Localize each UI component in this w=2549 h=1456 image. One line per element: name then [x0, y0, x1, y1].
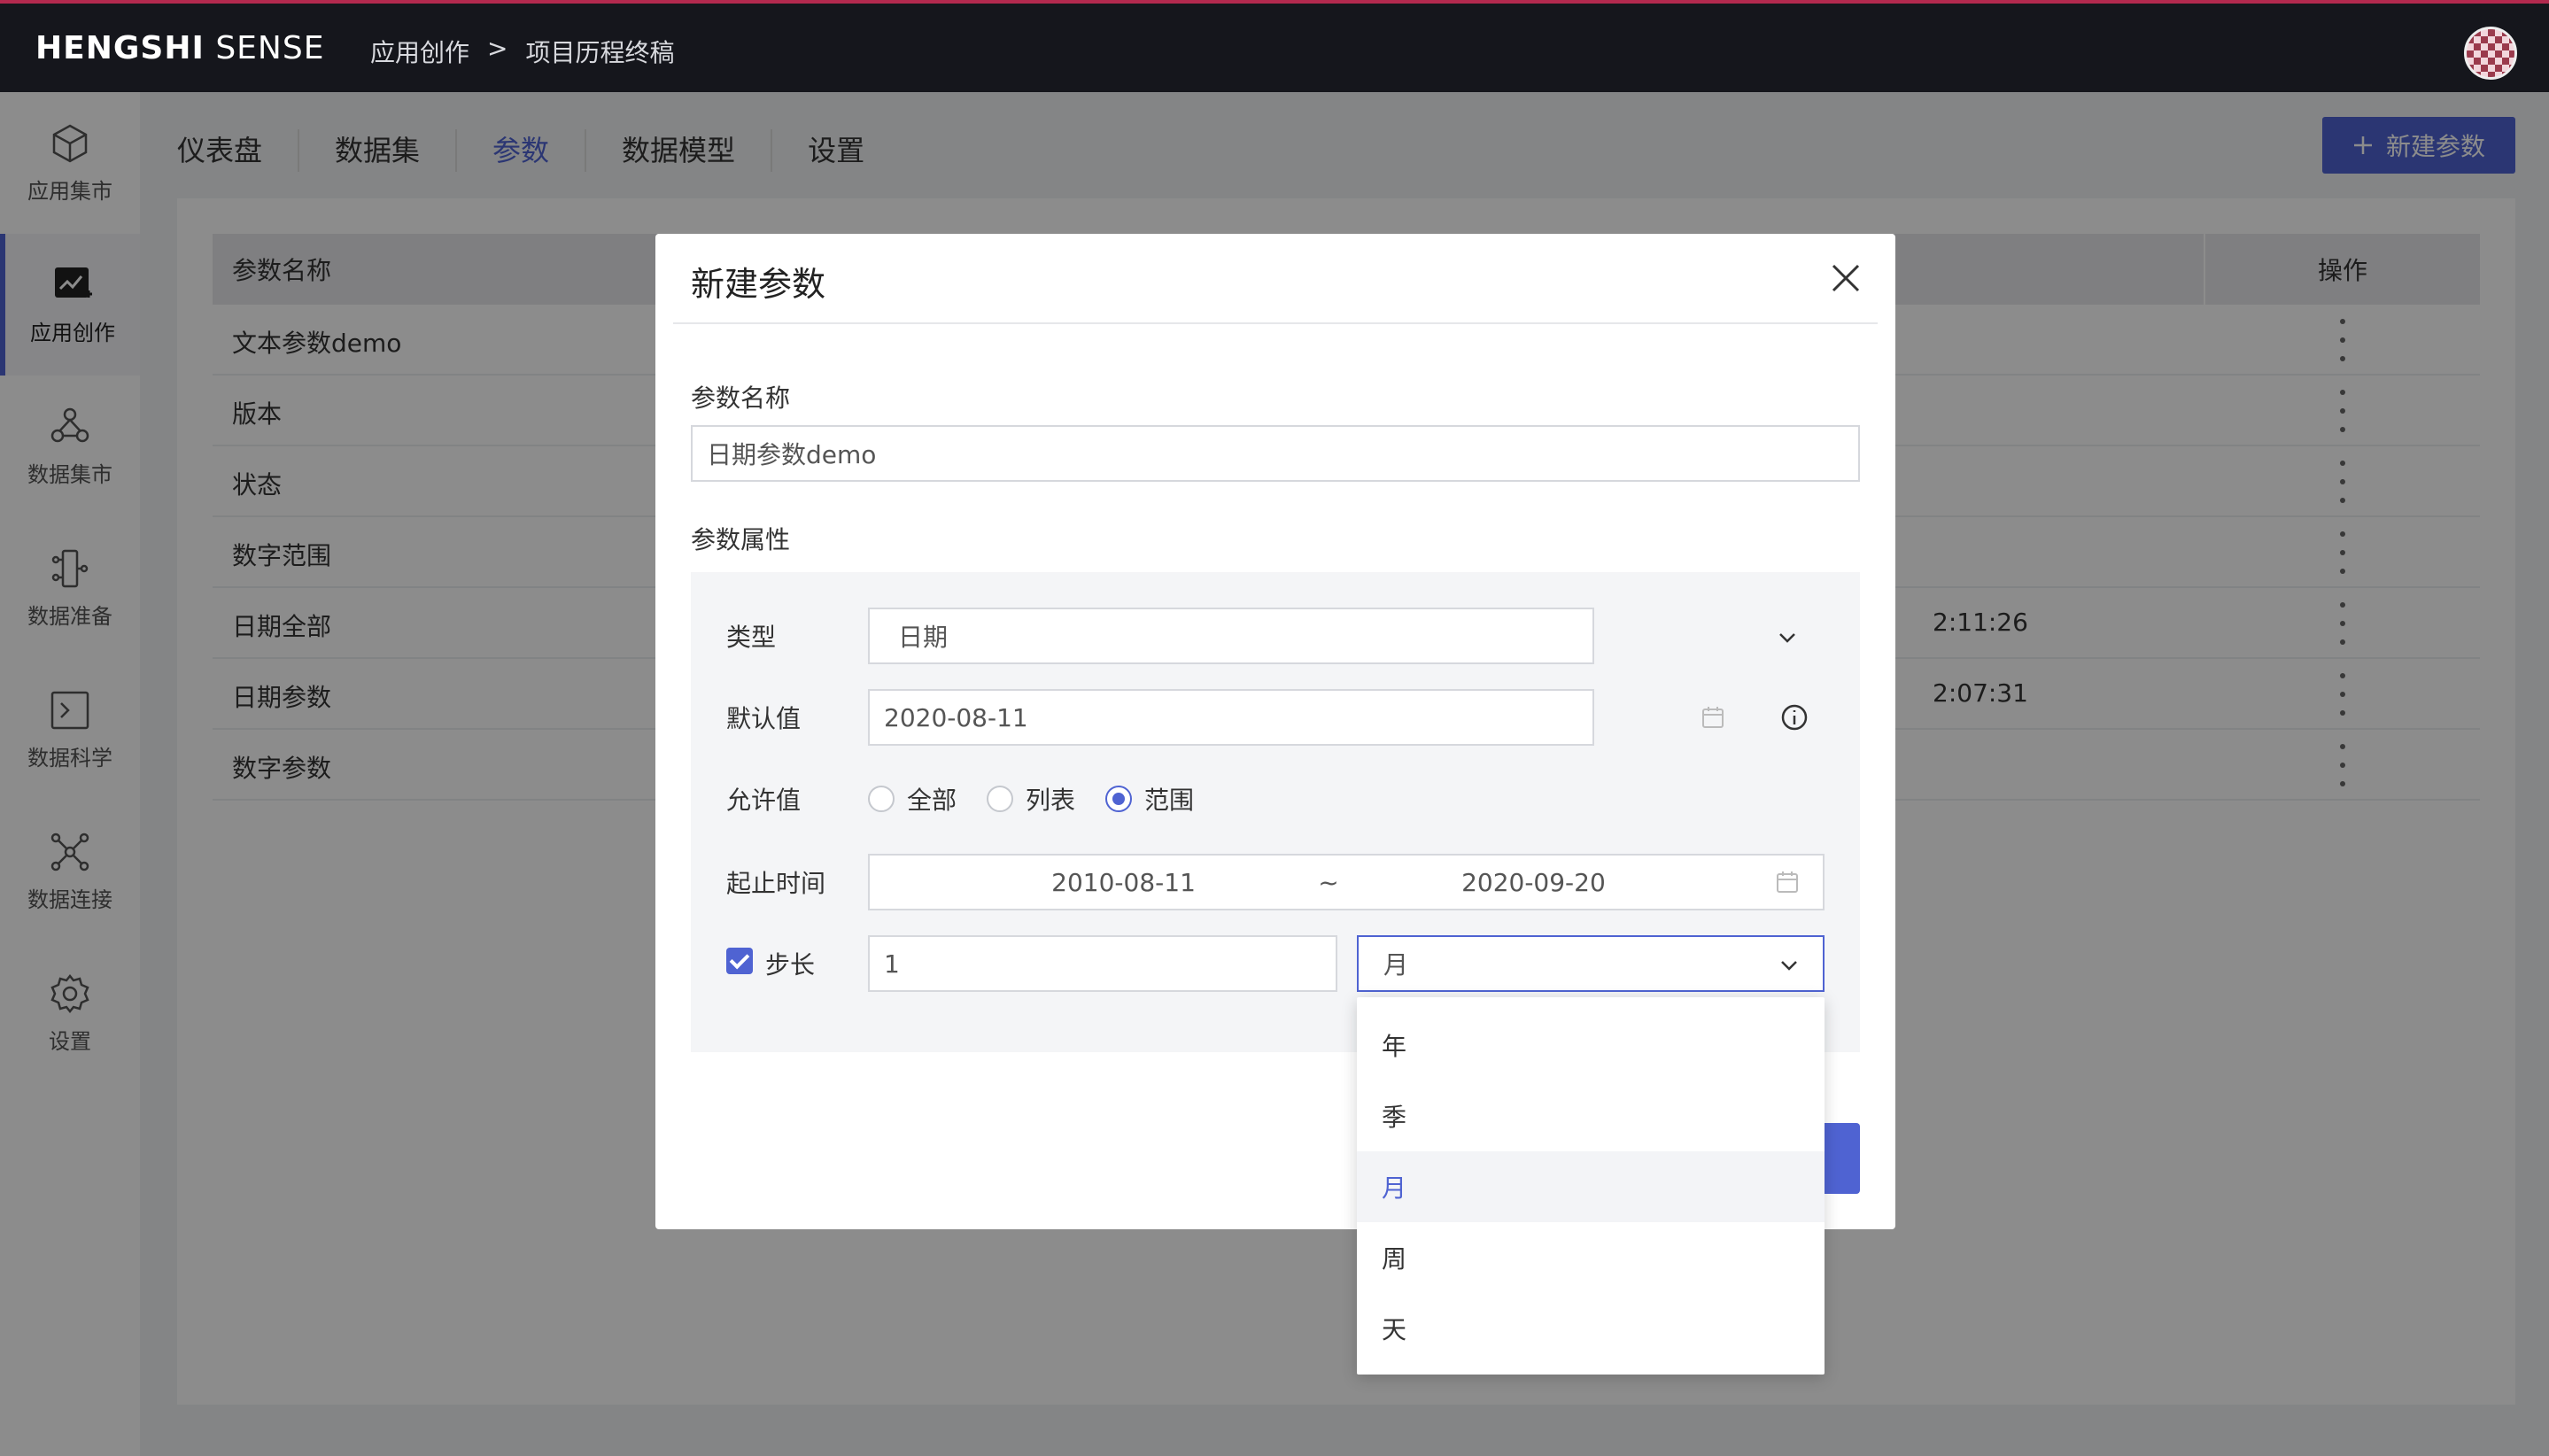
radio-range[interactable]: 范围 [1105, 781, 1194, 817]
radio-button[interactable] [987, 786, 1014, 812]
dropdown-option-month[interactable]: 月 [1357, 1151, 1825, 1222]
breadcrumb-separator: > [487, 34, 508, 63]
step-value-input[interactable]: 1 [868, 935, 1337, 992]
param-name-label: 参数名称 [691, 383, 791, 413]
param-name-input[interactable]: 日期参数demo [691, 425, 1860, 482]
radio-button[interactable] [1105, 786, 1133, 812]
default-value-input[interactable]: 2020-08-11 [868, 689, 1594, 746]
dropdown-option-quarter[interactable]: 季 [1357, 1080, 1825, 1151]
dropdown-option-week[interactable]: 周 [1357, 1222, 1825, 1293]
type-label: 类型 [726, 623, 777, 652]
avatar[interactable] [2464, 27, 2517, 80]
range-separator: ~ [1318, 867, 1339, 897]
dropdown-option-day[interactable]: 天 [1357, 1293, 1825, 1364]
dropdown-option-year[interactable]: 年 [1357, 1010, 1825, 1080]
breadcrumb-item-app-create[interactable]: 应用创作 [370, 34, 469, 69]
dialog-title: 新建参数 [691, 265, 826, 304]
breadcrumb: 应用创作 > 项目历程终稿 [370, 34, 675, 69]
date-range-label: 起止时间 [726, 869, 826, 898]
radio-button[interactable] [868, 786, 895, 812]
range-start[interactable]: 2010-08-11 [1051, 868, 1196, 897]
close-icon[interactable] [1828, 260, 1863, 296]
date-range-input[interactable]: 2010-08-11 ~ 2020-09-20 [868, 854, 1825, 910]
step-label: 步长 [765, 950, 816, 980]
breadcrumb-item-project: 项目历程终稿 [525, 38, 675, 67]
allowed-values-radio-group: 全部 列表 范围 [868, 781, 1212, 817]
info-icon[interactable] [1780, 703, 1809, 732]
param-attr-label: 参数属性 [691, 525, 791, 554]
calendar-icon[interactable] [1701, 705, 1725, 730]
range-end[interactable]: 2020-09-20 [1461, 868, 1606, 897]
top-bar: HENGSHI SENSE 应用创作 > 项目历程终稿 [0, 0, 2549, 92]
logo[interactable]: HENGSHI SENSE [35, 30, 324, 66]
radio-list[interactable]: 列表 [987, 781, 1075, 817]
type-select[interactable]: 日期 [868, 608, 1594, 664]
step-unit-select[interactable]: 月 [1357, 935, 1825, 992]
default-value-label: 默认值 [726, 704, 802, 733]
dialog-divider [673, 322, 1878, 324]
radio-all[interactable]: 全部 [868, 781, 957, 817]
step-unit-dropdown: 年 季 月 周 天 [1357, 997, 1825, 1375]
chevron-down-icon [1779, 633, 1795, 643]
allowed-values-label: 允许值 [726, 786, 802, 815]
calendar-icon[interactable] [1775, 870, 1800, 895]
chevron-down-icon [1781, 961, 1797, 971]
step-checkbox[interactable] [726, 948, 753, 974]
